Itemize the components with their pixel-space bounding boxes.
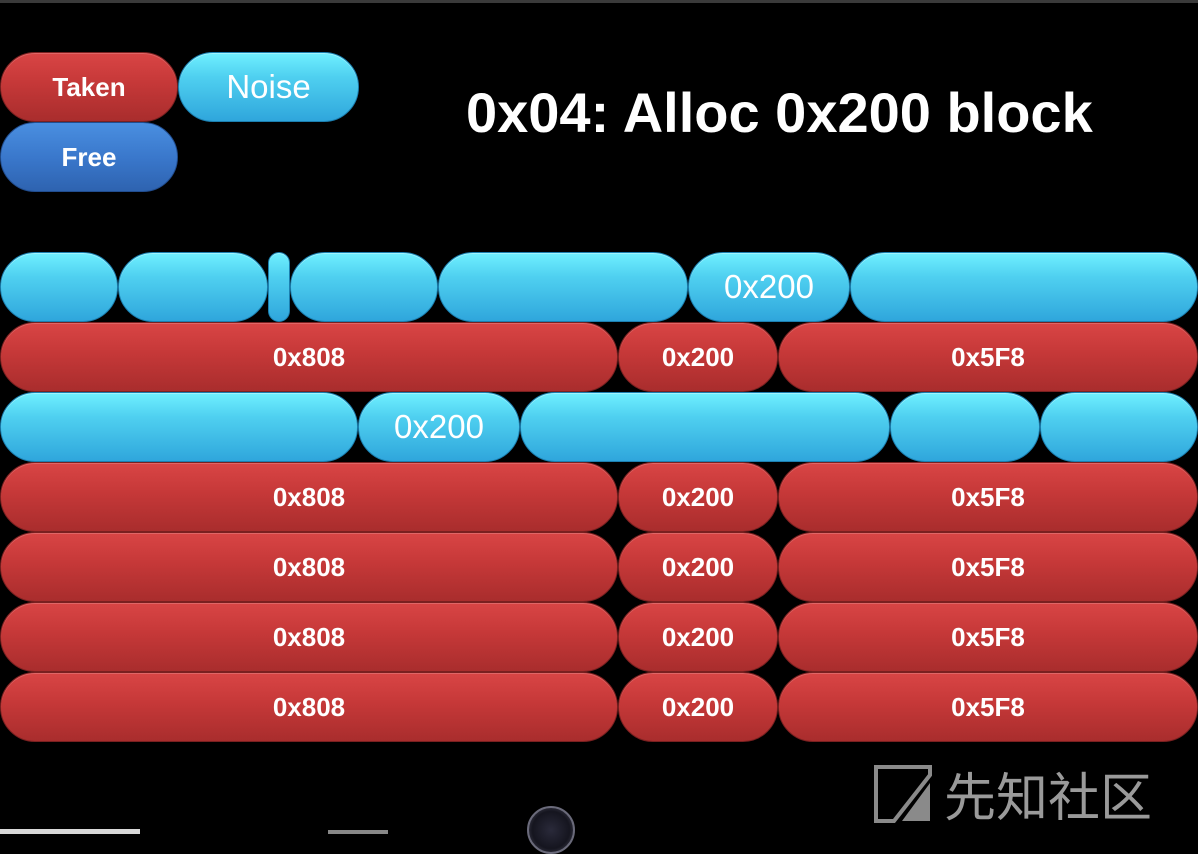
watermark: 先知社区 <box>872 756 1152 831</box>
row1-block-5 <box>438 252 688 322</box>
row1-block-6: 0x200 <box>688 252 850 322</box>
row2-block-3-label: 0x5F8 <box>951 341 1025 372</box>
row1-block-4 <box>290 252 438 322</box>
slide-title: 0x04: Alloc 0x200 block <box>466 81 1093 144</box>
row5-block-2-label: 0x200 <box>661 551 735 582</box>
bottom-strip-secondary <box>328 830 388 834</box>
row7-block-3-label: 0x5F8 <box>951 691 1025 722</box>
row3-block-5 <box>1040 392 1198 462</box>
row6-block-2: 0x200 <box>618 602 778 672</box>
legend-taken-label: Taken <box>52 71 126 102</box>
legend-free-label: Free <box>61 141 117 172</box>
row7-block-3: 0x5F8 <box>778 672 1198 742</box>
row2-block-1: 0x808 <box>0 322 618 392</box>
bottom-strip <box>0 829 140 834</box>
row7-block-2-label: 0x200 <box>661 691 735 722</box>
watermark-text: 先知社区 <box>944 769 1153 829</box>
row2-block-3: 0x5F8 <box>778 322 1198 392</box>
row7-block-2: 0x200 <box>618 672 778 742</box>
row1-block-2 <box>118 252 268 322</box>
row6-block-1-label: 0x808 <box>272 621 346 652</box>
top-border <box>0 0 1198 3</box>
row4-block-2-label: 0x200 <box>661 481 735 512</box>
row5-block-3-label: 0x5F8 <box>951 551 1025 582</box>
row2-block-2-label: 0x200 <box>661 341 735 372</box>
row1-block-1 <box>0 252 118 322</box>
legend-noise-label: Noise <box>226 68 311 105</box>
row6-block-2-label: 0x200 <box>661 621 735 652</box>
row3-block-4 <box>890 392 1040 462</box>
row7-block-1-label: 0x808 <box>272 691 346 722</box>
row3-block-3 <box>520 392 890 462</box>
row2-block-1-label: 0x808 <box>272 341 346 372</box>
row5-block-3: 0x5F8 <box>778 532 1198 602</box>
row5-block-2: 0x200 <box>618 532 778 602</box>
row4-block-3: 0x5F8 <box>778 462 1198 532</box>
row1-block-7 <box>850 252 1198 322</box>
legend-free: Free <box>0 122 178 192</box>
settings-icon[interactable] <box>527 806 575 854</box>
row3-block-2-label: 0x200 <box>394 408 484 445</box>
legend-noise: Noise <box>178 52 359 122</box>
row2-block-2: 0x200 <box>618 322 778 392</box>
row5-block-1-label: 0x808 <box>272 551 346 582</box>
row4-block-3-label: 0x5F8 <box>951 481 1025 512</box>
row3-block-1 <box>0 392 358 462</box>
row4-block-1: 0x808 <box>0 462 618 532</box>
row7-block-1: 0x808 <box>0 672 618 742</box>
row3-block-2: 0x200 <box>358 392 520 462</box>
legend-taken: Taken <box>0 52 178 122</box>
watermark-logo-icon <box>874 764 932 823</box>
row6-block-3-label: 0x5F8 <box>951 621 1025 652</box>
row6-block-3: 0x5F8 <box>778 602 1198 672</box>
row4-block-2: 0x200 <box>618 462 778 532</box>
row1-block-3 <box>268 252 290 322</box>
row4-block-1-label: 0x808 <box>272 481 346 512</box>
row1-block-6-label: 0x200 <box>724 268 814 305</box>
row6-block-1: 0x808 <box>0 602 618 672</box>
row5-block-1: 0x808 <box>0 532 618 602</box>
